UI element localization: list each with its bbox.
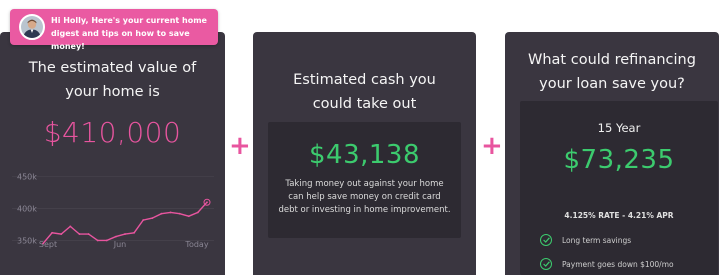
x-tick-label: Today [184,240,208,249]
y-tick-label: 400k [17,205,37,214]
home-value-chart: 450k 400k 350k Sept Jun Today [12,173,214,249]
refinance-card: What could refinancing your loan save yo… [505,32,719,275]
loan-term: 15 Year [597,121,641,135]
data-point [160,212,163,215]
data-point [142,219,145,221]
data-point [196,211,199,214]
x-tick-label: Jun [113,240,127,249]
data-point [133,231,136,234]
avatar [19,14,45,40]
cash-out-amount: $43,138 [308,140,421,170]
home-value-card: The estimated value of your home is $410… [0,32,225,275]
cash-out-description: Taking money out against your home can h… [278,179,451,215]
data-point [124,233,126,235]
benefit-item: Payment goes down $100/mo [540,258,674,270]
checkmark-icon [540,258,552,270]
checkmark-icon [540,234,552,246]
benefit-label: Payment goes down $100/mo [562,259,674,269]
benefit-label: Long term savings [562,235,632,245]
data-point [69,225,72,228]
data-point [114,235,117,238]
data-point [151,217,154,220]
refinance-savings-amount: $73,235 [563,145,675,175]
home-value-amount: $410,000 [43,116,182,149]
cash-out-panel: $43,138 Taking money out against your ho… [268,122,461,238]
data-point [169,211,172,214]
greeting-message: Hi Holly, Here's your current home diges… [51,16,207,51]
data-point [51,231,54,234]
data-point [178,212,181,215]
data-point [105,239,108,242]
refinance-panel: 15 Year $73,235 4.125% RATE - 4.21% APR … [520,101,718,275]
refinance-title: What could refinancing your loan save yo… [528,52,696,92]
x-tick-label: Sept [39,240,57,249]
data-point [96,239,99,242]
cash-out-title: Estimated cash you could take out [293,72,436,112]
data-point [78,233,81,235]
data-point [206,201,208,204]
y-tick-label: 450k [17,173,37,182]
benefit-item: Long term savings [540,234,631,246]
cash-out-card: Estimated cash you could take out $43,13… [253,32,476,275]
data-point [187,215,190,218]
data-point [60,233,63,235]
data-point [87,233,90,235]
y-tick-label: 350k [17,236,37,245]
rate-apr: 4.125% RATE - 4.21% APR [564,211,674,220]
plus-icon: + [229,131,251,161]
home-value-title: The estimated value of your home is [28,60,197,100]
greeting-banner: Hi Holly, Here's your current home diges… [10,9,218,51]
plus-icon: + [481,131,503,161]
